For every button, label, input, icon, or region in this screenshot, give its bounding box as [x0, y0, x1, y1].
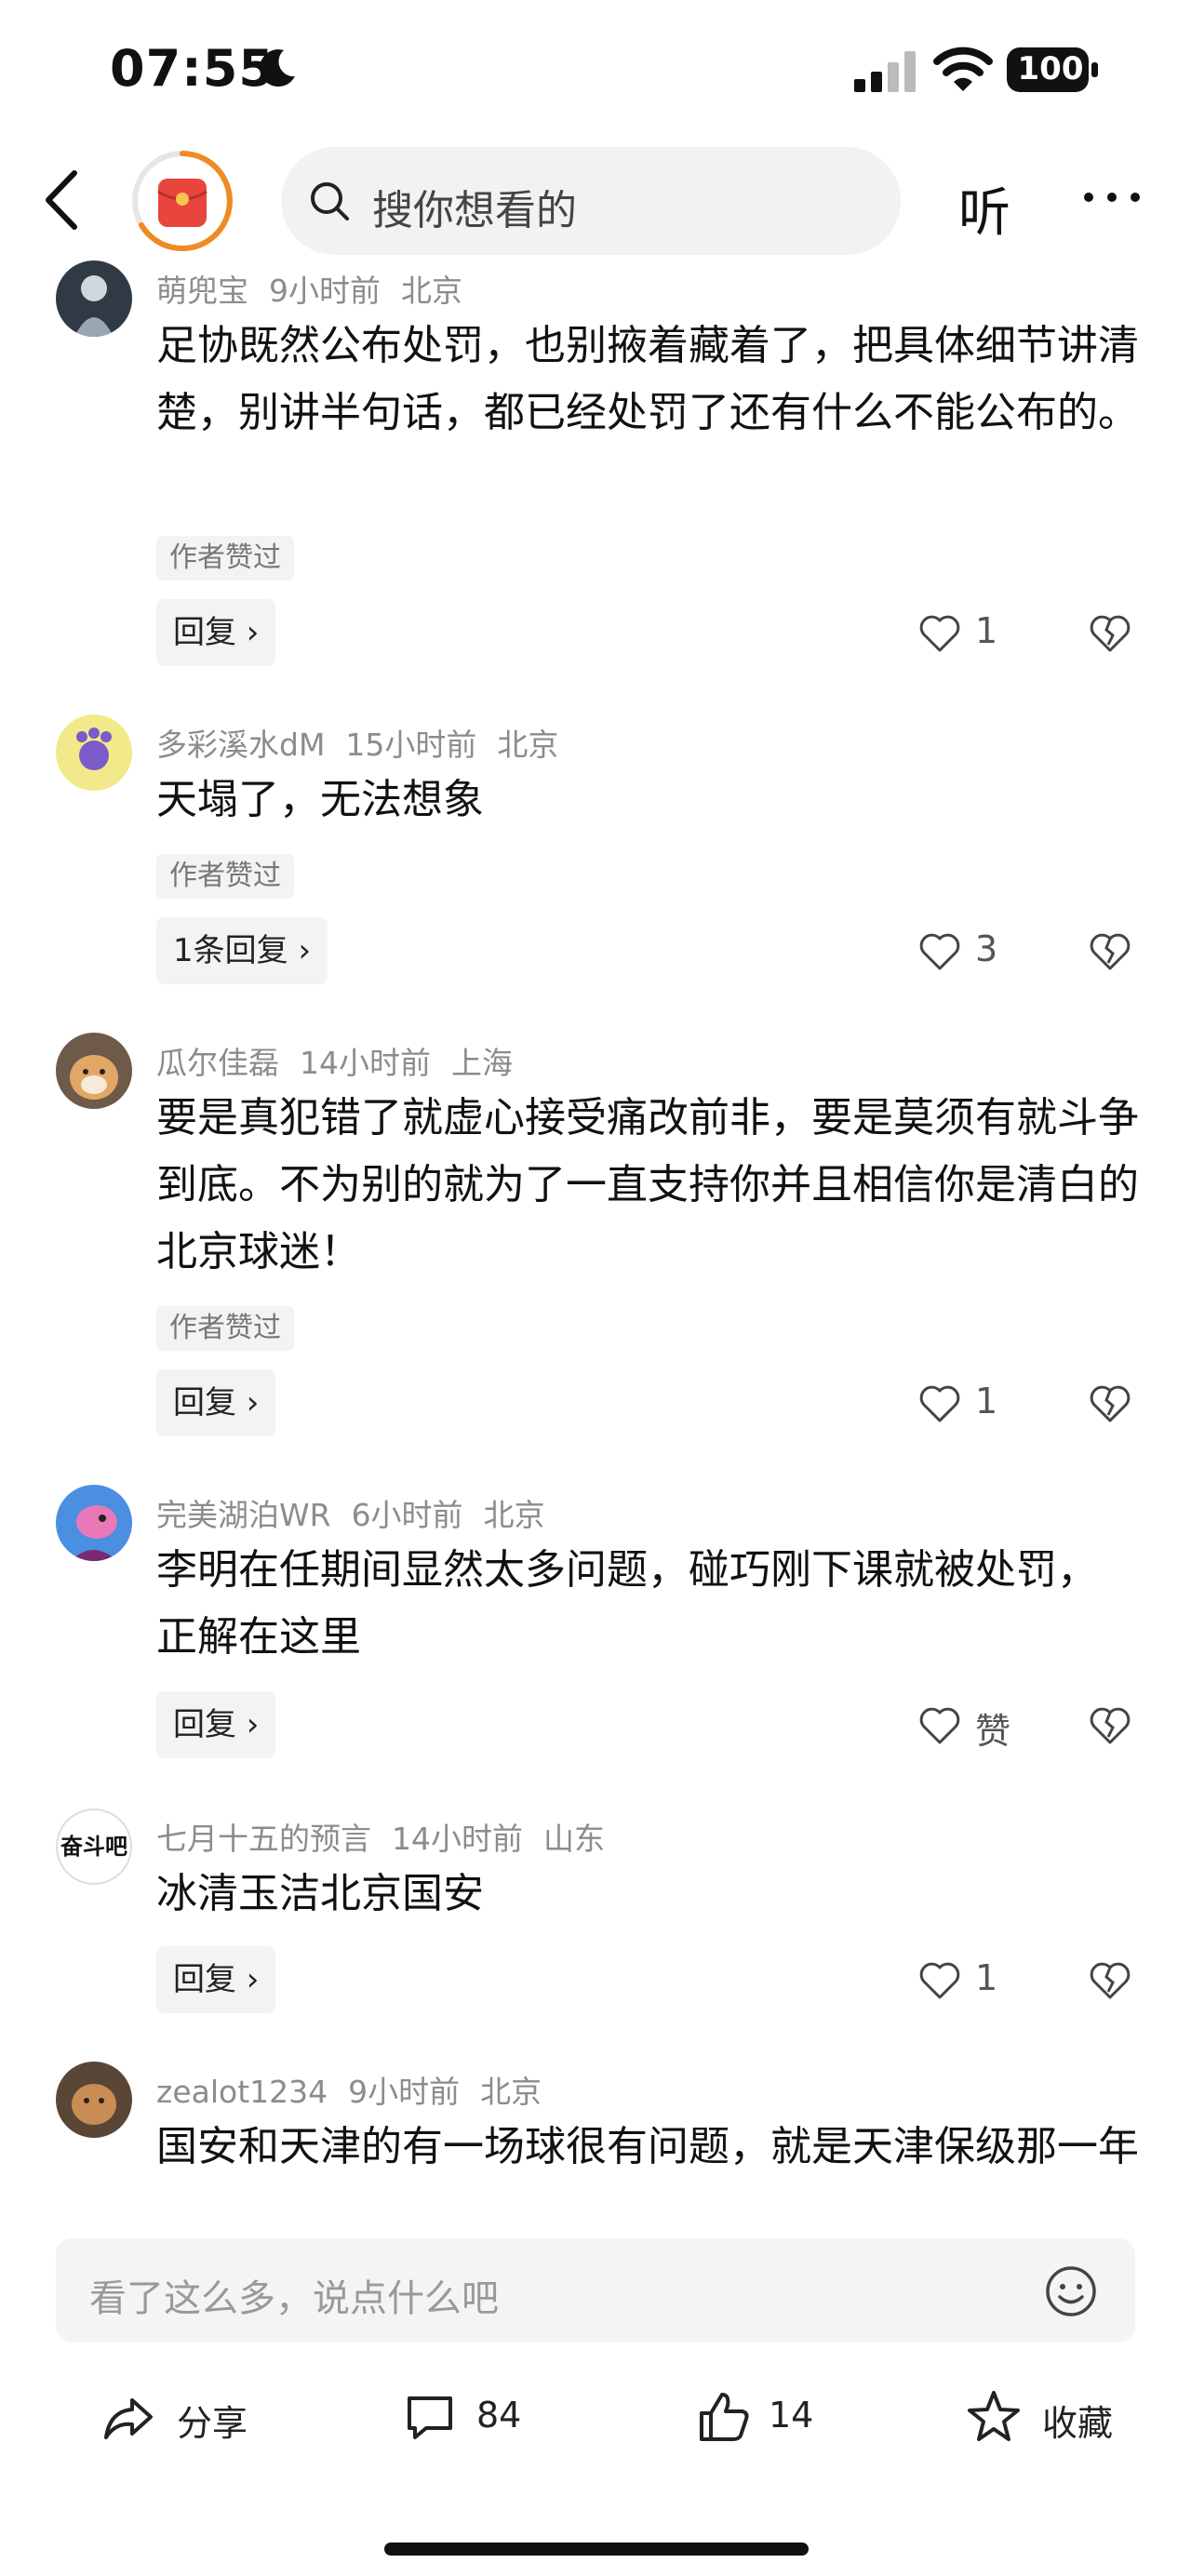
emoji-icon[interactable] — [1044, 2264, 1098, 2318]
wifi-icon — [933, 47, 993, 91]
reply-label: 回复 — [173, 1961, 236, 1998]
avatar[interactable] — [56, 1033, 132, 1109]
moon-icon — [260, 49, 295, 87]
comment-text: 冰清玉洁北京国安 — [156, 1870, 484, 1917]
heart-icon[interactable] — [917, 1702, 963, 1748]
comment-meta: zealot1234 9小时前 北京 — [156, 2067, 562, 2112]
comment-text: 天塌了，无法想象 — [156, 776, 484, 823]
avatar[interactable] — [56, 2062, 132, 2138]
comment-time: 14小时前 — [392, 1821, 523, 1857]
more-icon[interactable] — [1079, 186, 1144, 208]
reply-label: 回复 — [173, 614, 236, 651]
broken-heart-icon[interactable] — [1087, 1380, 1133, 1426]
comment-location: 北京 — [401, 273, 462, 309]
status-time: 07:55 — [110, 39, 274, 98]
comment-text: 要是真犯错了就虚心接受痛改前非，要是莫须有就斗争到底。不为别的就为了一直支持你并… — [156, 1094, 1139, 1275]
comment-time: 9小时前 — [269, 273, 381, 309]
comment-location: 山东 — [543, 1821, 605, 1857]
like-count: 3 — [975, 928, 998, 969]
avatar[interactable]: 奋斗吧 — [56, 1809, 132, 1885]
avatar[interactable] — [56, 1485, 132, 1561]
username[interactable]: 瓜尔佳磊 — [156, 1045, 279, 1081]
broken-heart-icon[interactable] — [1087, 1702, 1133, 1748]
share-button[interactable]: 分享 — [177, 2395, 248, 2446]
reply-label: 回复 — [173, 1384, 236, 1421]
status-bar: 07:55 100 — [0, 0, 1191, 140]
comment-time: 14小时前 — [300, 1045, 431, 1081]
username[interactable]: zealot1234 — [156, 2074, 328, 2110]
comment-location: 上海 — [451, 1045, 513, 1081]
battery-level: 100 — [1017, 50, 1084, 87]
username[interactable]: 七月十五的预言 — [156, 1821, 371, 1857]
like-count: 1 — [975, 610, 998, 651]
reply-button[interactable]: 回复 › — [156, 599, 276, 666]
listen-button[interactable]: 听 — [958, 171, 1010, 247]
broken-heart-icon[interactable] — [1087, 928, 1133, 974]
comment-meta: 瓜尔佳磊 14小时前 上海 — [156, 1038, 533, 1083]
author-liked-badge: 作者赞过 — [156, 854, 294, 899]
username[interactable]: 萌兜宝 — [156, 273, 248, 309]
comment-feed[interactable]: 萌兜宝 9小时前 北京 足协既然公布处罚，也别掖着藏着了，把具体细节讲清楚，别讲半句… — [0, 260, 1191, 2209]
avatar-lettering: 奋斗吧 — [60, 1833, 127, 1860]
home-indicator[interactable] — [384, 2543, 809, 2556]
username[interactable]: 完美湖泊WR — [156, 1497, 331, 1533]
comment-time: 15小时前 — [345, 727, 477, 763]
comment-count[interactable]: 84 — [476, 2395, 521, 2436]
comment-icon[interactable] — [402, 2389, 458, 2445]
comment-time: 6小时前 — [351, 1497, 463, 1533]
comment-time: 9小时前 — [348, 2074, 461, 2110]
comment-text: 足协既然公布处罚，也别掖着藏着了，把具体细节讲清楚，别讲半句话，都已经处罚了还有… — [156, 322, 1139, 436]
signal-icon — [854, 51, 916, 92]
comment-location: 北京 — [483, 1497, 545, 1533]
favorite-button[interactable]: 收藏 — [1042, 2395, 1113, 2446]
heart-icon[interactable] — [917, 1956, 963, 2003]
reply-label: 1条回复 — [173, 932, 288, 969]
back-icon[interactable] — [39, 167, 86, 233]
comment-input-placeholder: 看了这么多，说点什么吧 — [89, 2277, 499, 2320]
comment-location: 北京 — [480, 2074, 542, 2110]
comment-text: 李明在任期间显然太多问题，碰巧刚下课就被处罚，正解在这里 — [156, 1546, 1098, 1661]
comment-meta: 完美湖泊WR 6小时前 北京 — [156, 1490, 566, 1535]
author-liked-badge: 作者赞过 — [156, 1306, 294, 1351]
comment-meta: 多彩溪水dM 15小时前 北京 — [156, 720, 579, 765]
star-icon[interactable] — [966, 2389, 1022, 2445]
author-liked-badge: 作者赞过 — [156, 536, 294, 581]
thumbs-up-icon[interactable] — [696, 2389, 752, 2445]
reply-button[interactable]: 1条回复 › — [156, 917, 328, 984]
like-count: 赞 — [975, 1711, 1011, 1752]
red-packet-icon[interactable] — [130, 149, 234, 253]
share-icon[interactable] — [100, 2389, 156, 2445]
search-placeholder: 搜你想看的 — [372, 187, 577, 234]
like-count-total[interactable]: 14 — [769, 2395, 813, 2436]
search-icon — [311, 182, 349, 220]
username[interactable]: 多彩溪水dM — [156, 727, 325, 763]
avatar[interactable] — [56, 714, 132, 791]
broken-heart-icon[interactable] — [1087, 609, 1133, 656]
heart-icon[interactable] — [917, 609, 963, 656]
reply-button[interactable]: 回复 › — [156, 1369, 276, 1436]
comment-location: 北京 — [497, 727, 559, 763]
reply-button[interactable]: 回复 › — [156, 1691, 276, 1758]
broken-heart-icon[interactable] — [1087, 1956, 1133, 2003]
heart-icon[interactable] — [917, 928, 963, 974]
comment-meta: 七月十五的预言 14小时前 山东 — [156, 1814, 625, 1859]
like-count: 1 — [975, 1381, 998, 1421]
comment-meta: 萌兜宝 9小时前 北京 — [156, 266, 483, 311]
avatar[interactable] — [56, 260, 132, 337]
reply-button[interactable]: 回复 › — [156, 1946, 276, 2013]
heart-icon[interactable] — [917, 1380, 963, 1426]
reply-label: 回复 — [173, 1706, 236, 1743]
like-count: 1 — [975, 1957, 998, 1998]
comment-text: 国安和天津的有一场球很有问题，就是天津保级那一年 — [156, 2123, 1139, 2170]
